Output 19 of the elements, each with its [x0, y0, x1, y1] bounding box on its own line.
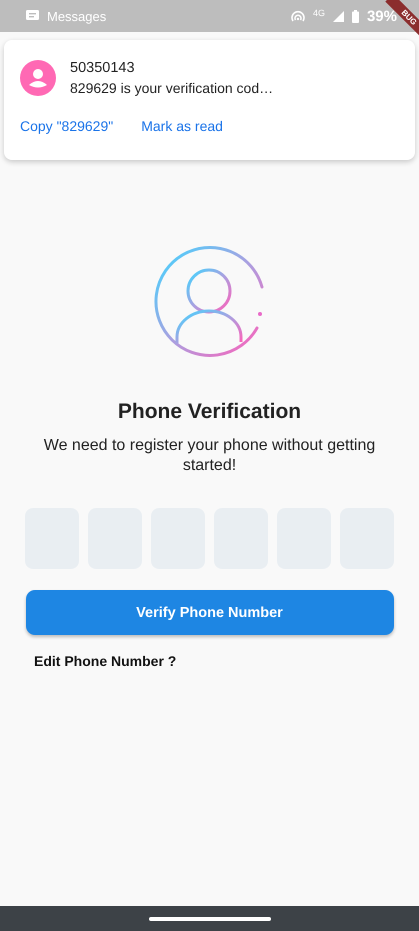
page-title: Phone Verification: [118, 400, 302, 424]
message-preview: 829629 is your verification cod…: [70, 80, 274, 96]
subtitle: We need to register your phone without getting started!: [42, 436, 376, 476]
avatar-icon: [20, 60, 56, 96]
notification-action[interactable]: Copy "829629": [20, 118, 114, 134]
app-name: Messages: [47, 8, 106, 24]
notification-action[interactable]: Mark as read: [141, 118, 223, 134]
notification-card[interactable]: 50350143 829629 is your verification cod… Copy "829629" Mark as read: [4, 40, 415, 160]
sender-name: 50350143: [70, 60, 136, 76]
hotspot-icon: [290, 10, 305, 22]
battery-icon: [352, 10, 359, 22]
user-icon: [152, 244, 266, 358]
signal-icon: [332, 10, 344, 22]
verify-button[interactable]: Verify Phone Number: [26, 590, 394, 635]
edit-phone-link[interactable]: Edit Phone Number ?: [34, 653, 176, 669]
network-label: 4G: [312, 8, 325, 18]
home-handle[interactable]: [148, 916, 270, 920]
message-icon: [26, 10, 39, 22]
battery-level: 39%: [366, 8, 397, 24]
